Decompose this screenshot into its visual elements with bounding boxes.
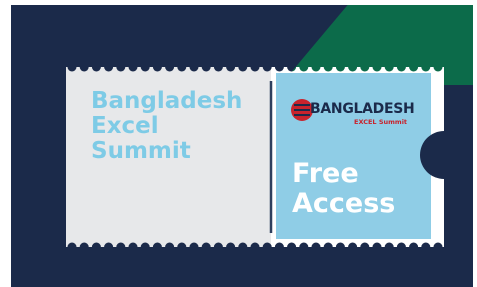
free-access-line-1: Free [292,158,359,189]
free-access-line-2: Access [292,188,396,219]
free-access-label: Free Access [292,159,395,219]
event-title: Bangladesh Excel Summit [91,89,242,164]
event-title-line-3: Summit [91,138,191,164]
event-title-line-1: Bangladesh [91,88,243,114]
event-logo: BANGLADESH EXCEL Summit [291,95,441,135]
banner: Bangladesh Excel Summit BANGLADESH EXCEL… [11,5,473,287]
free-access-ticket: Bangladesh Excel Summit BANGLADESH EXCEL… [66,67,444,247]
logo-brand-text: BANGLADESH [310,101,415,117]
event-title-line-2: Excel [91,113,159,139]
logo-sub-text: EXCEL Summit [354,118,408,126]
